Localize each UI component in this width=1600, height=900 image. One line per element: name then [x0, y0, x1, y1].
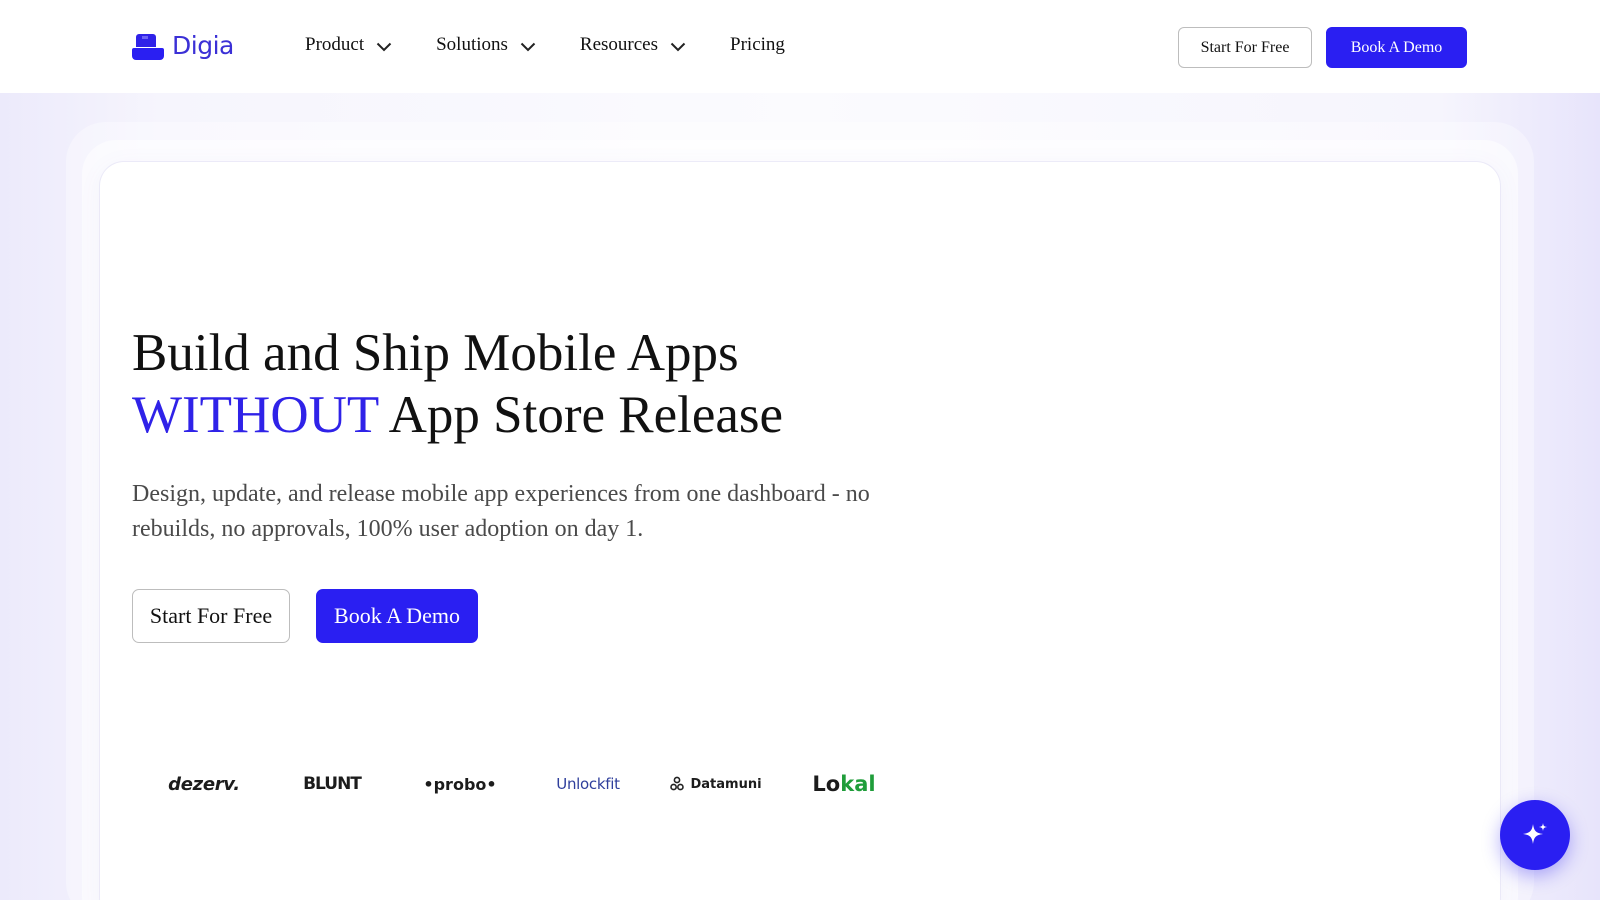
nav-item-resources[interactable]: Resources [580, 30, 686, 60]
logo-text-part2: kal [840, 772, 876, 796]
logo-probo: •probo• [396, 775, 524, 794]
logo-dezerv: dezerv. [140, 774, 268, 795]
logo-text: BLUNT [303, 774, 362, 794]
chevron-down-icon [376, 42, 392, 51]
hero-start-free-button[interactable]: Start For Free [132, 589, 290, 643]
logo-text: Datamuni [690, 776, 762, 792]
logo-text-part1: Lo [812, 772, 841, 796]
logo-text: dezerv. [168, 773, 240, 795]
logo-datamuni: Datamuni [652, 776, 780, 792]
ai-assistant-button[interactable] [1500, 800, 1570, 870]
hero-book-demo-button[interactable]: Book A Demo [316, 589, 478, 643]
sparkle-icon [1523, 823, 1547, 844]
hero-title-line1: Build and Ship Mobile Apps [132, 324, 739, 382]
nav-item-product[interactable]: Product [305, 30, 392, 60]
logo-unlockfit: Unlockfit [524, 775, 652, 793]
customer-logos: dezerv. BLUNT •probo• Unlockfit Datamuni… [140, 764, 908, 804]
nav-item-label: Pricing [730, 34, 785, 55]
nav-item-label: Solutions [436, 34, 508, 55]
main-nav: Product Solutions Resources Pricing [305, 30, 829, 60]
logo-lokal: Lo kal [780, 772, 908, 796]
nav-item-pricing[interactable]: Pricing [730, 30, 785, 60]
digia-logo-icon [132, 33, 164, 60]
nav-item-label: Product [305, 34, 365, 55]
site-header: Digia Product Solutions Resources Pricin… [0, 0, 1600, 93]
hero-title: Build and Ship Mobile Apps WITHOUT App S… [132, 322, 783, 446]
hero-title-line2: App Store Release [378, 386, 784, 444]
hero-subtitle: Design, update, and release mobile app e… [132, 481, 870, 542]
datamuni-mark-icon [670, 776, 685, 791]
brand-name: Digia [172, 31, 234, 60]
hero-title-accent: WITHOUT [132, 386, 379, 444]
brand-logo[interactable]: Digia [132, 31, 234, 60]
nav-item-solutions[interactable]: Solutions [436, 30, 536, 60]
logo-text: Unlockfit [556, 775, 620, 793]
header-book-demo-button[interactable]: Book A Demo [1326, 27, 1467, 68]
logo-text: •probo• [423, 774, 497, 794]
chevron-down-icon [520, 42, 536, 51]
nav-item-label: Resources [579, 34, 659, 55]
logo-blunt: BLUNT [268, 774, 396, 794]
header-start-free-button[interactable]: Start For Free [1178, 27, 1312, 68]
chevron-down-icon [670, 42, 686, 51]
